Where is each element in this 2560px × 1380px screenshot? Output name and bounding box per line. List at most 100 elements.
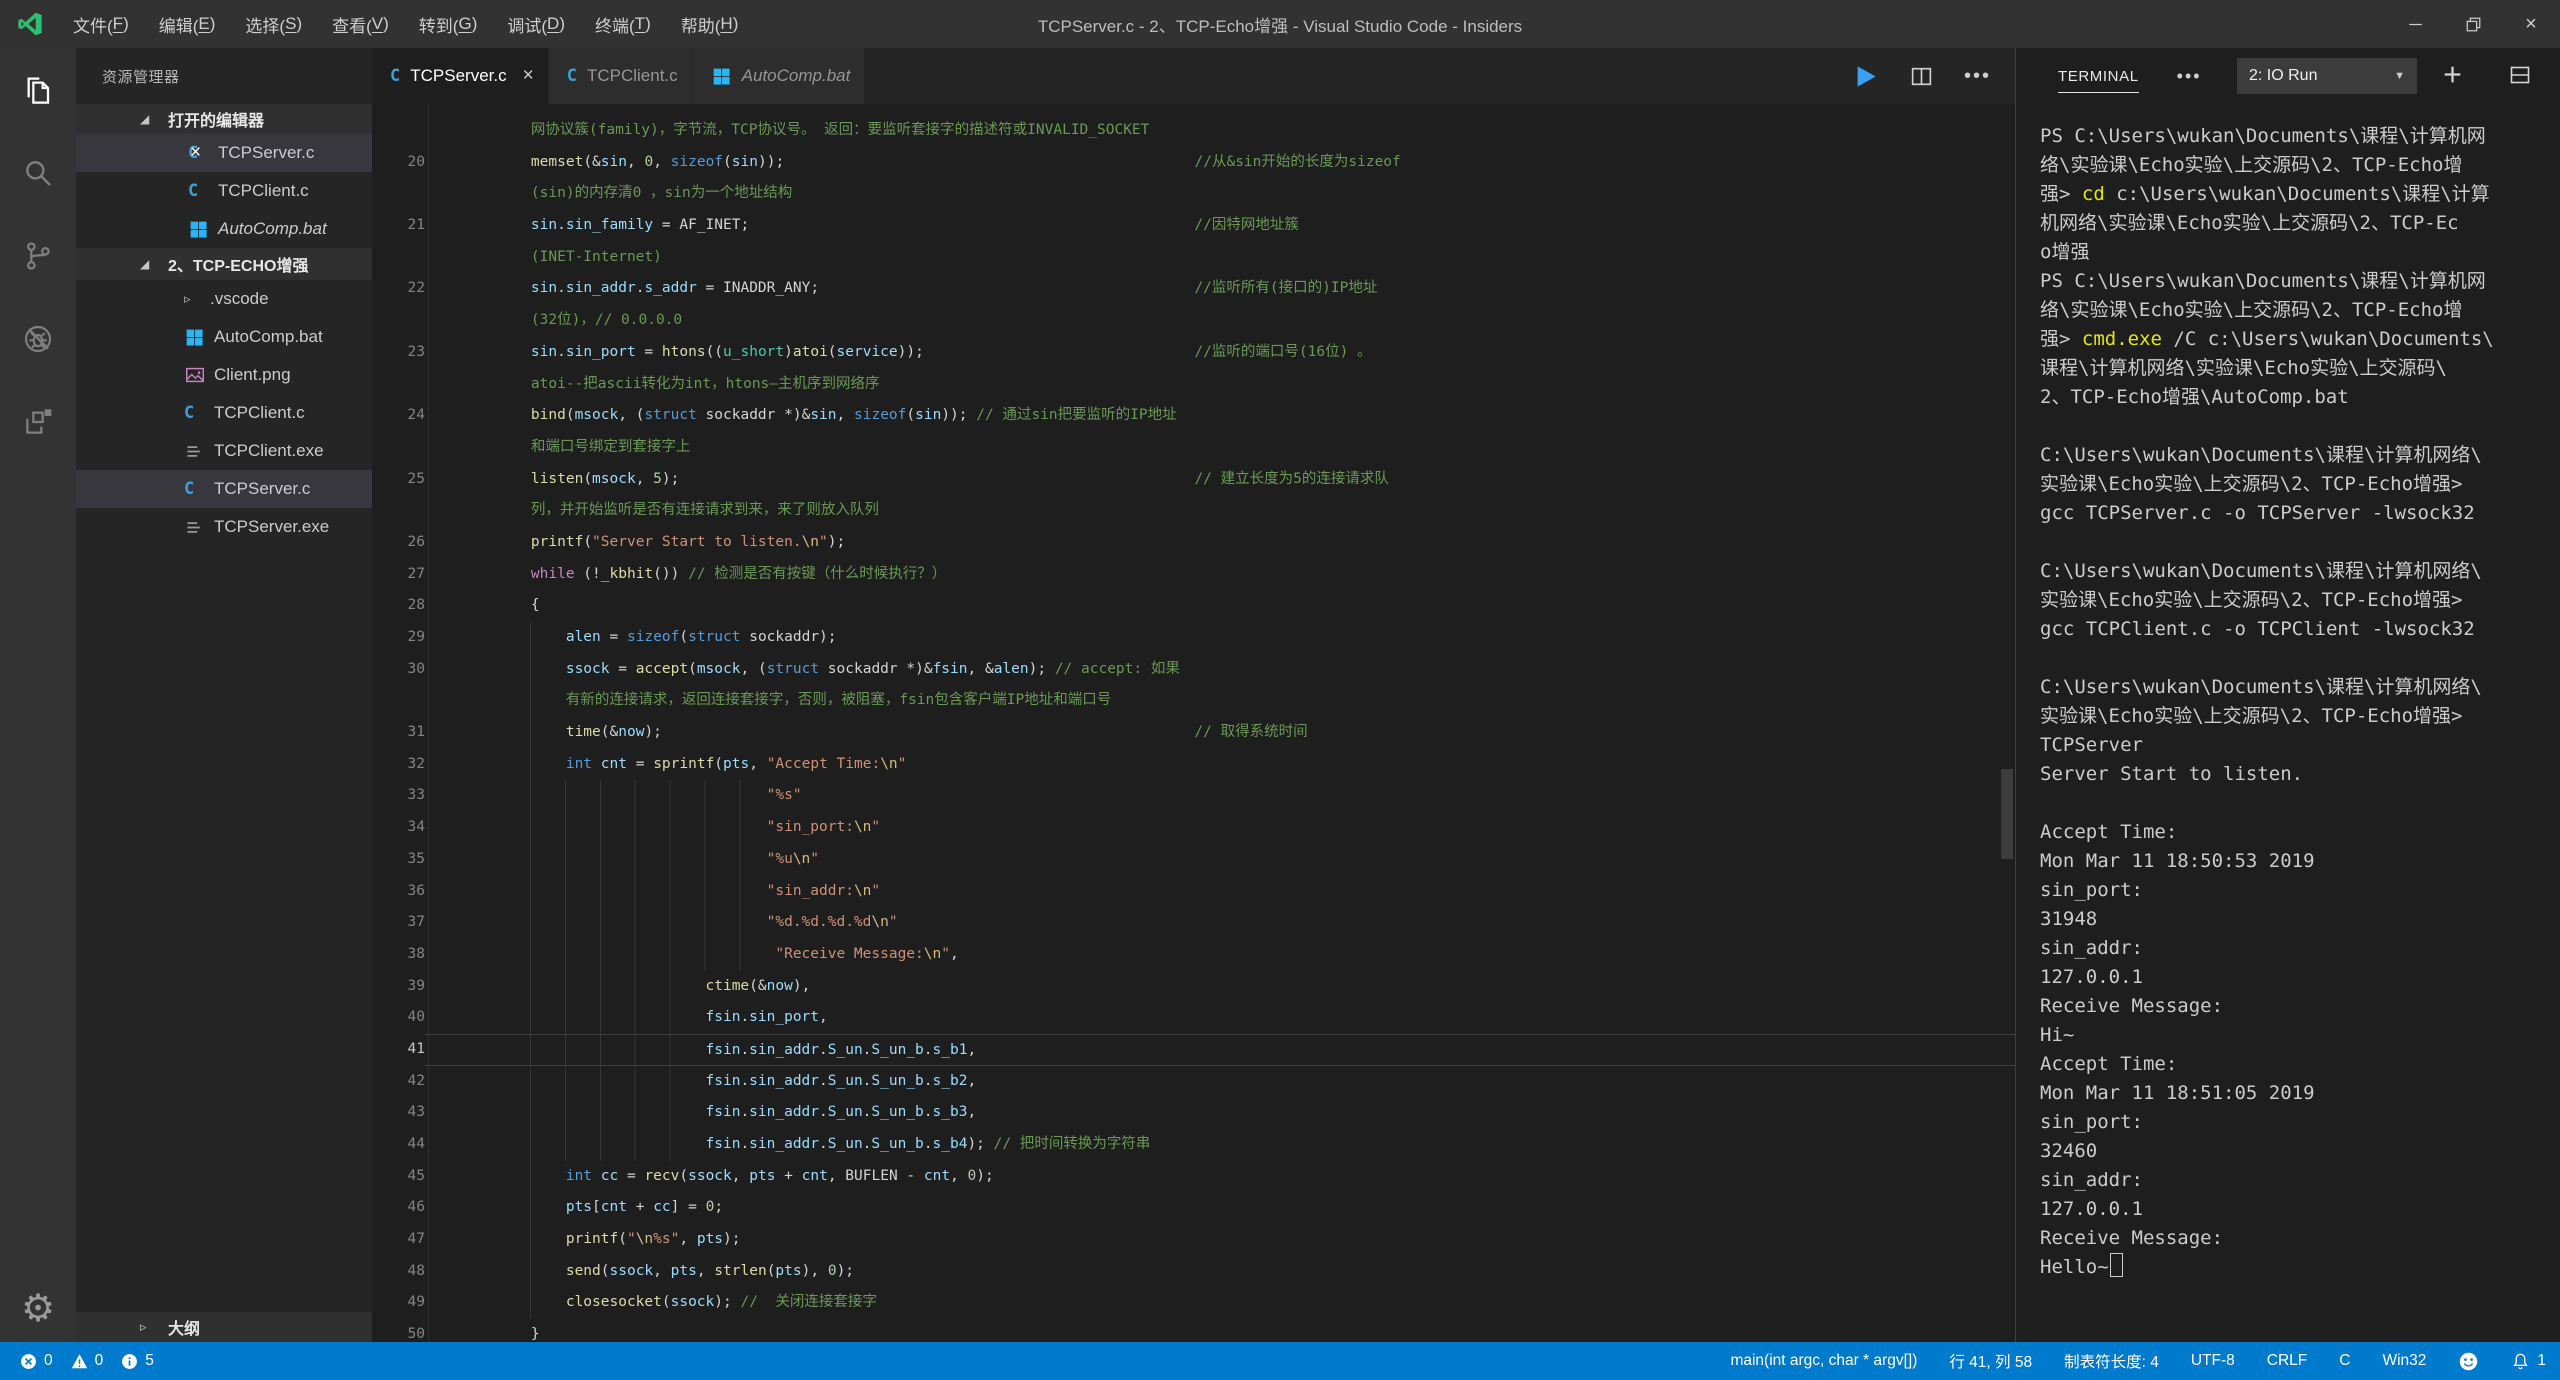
feedback[interactable] (2458, 1351, 2479, 1372)
code-line-wrap[interactable]: atoi--把ascii转化为int，htons—主机序到网络序 (372, 369, 2015, 401)
menu-item-G[interactable]: 转到(G) (404, 0, 493, 48)
restore-button[interactable] (2444, 0, 2502, 48)
code-line-45[interactable]: 45 int cc = recv(ssock, pts + cnt, BUFLE… (372, 1161, 2015, 1193)
split-editor-icon[interactable] (1909, 64, 1934, 89)
code-line-wrap[interactable]: (sin)的内存清0 ，sin为一个地址结构 (372, 178, 2015, 210)
tree-item-TCPClient.c[interactable]: CTCPClient.c (76, 394, 372, 432)
code-line-wrap[interactable]: (32位)，// 0.0.0.0 (372, 305, 2015, 337)
code-line-36[interactable]: 36 "sin_addr:\n" (372, 876, 2015, 908)
minimize-button[interactable] (2386, 0, 2444, 48)
code-line-26[interactable]: 26 printf("Server Start to listen.\n"); (372, 527, 2015, 559)
code-line-25[interactable]: 25 listen(msock, 5); // 建立长度为5的连接请求队 (372, 464, 2015, 496)
code-text: { (425, 590, 2015, 622)
code-editor[interactable]: 网协议簇(family)，字节流，TCP协议号。 返回：要监听套接字的描述符或I… (372, 104, 2015, 1342)
open-editors-section-header[interactable]: ◢ 打开的编辑器 (76, 104, 372, 134)
settings-gear-icon[interactable]: ⚙ (0, 1290, 76, 1328)
problems-warnings[interactable]: 0 (71, 1352, 104, 1370)
open-editor-item-TCPClient.c[interactable]: CTCPClient.c (76, 172, 372, 210)
code-line-39[interactable]: 39 ctime(&now), (372, 971, 2015, 1003)
run-icon[interactable] (1852, 63, 1879, 90)
problems-errors[interactable]: 0 (20, 1352, 53, 1370)
editor-scrollbar[interactable] (2001, 769, 2013, 859)
code-line-41[interactable]: 41 fsin.sin_addr.S_un.S_un_b.s_b1, (372, 1034, 2015, 1066)
code-line-wrap[interactable]: 列，并开始监听是否有连接请求到来，来了则放入队列 (372, 495, 2015, 527)
close-icon[interactable]: × (190, 142, 216, 164)
code-line-wrap[interactable]: 有新的连接请求，返回连接套接字，否则，被阻塞，fsin包含客户端IP地址和端口号 (372, 685, 2015, 717)
code-line-48[interactable]: 48 send(ssock, pts, strlen(pts), 0); (372, 1256, 2015, 1288)
code-line-27[interactable]: 27 while (!_kbhit()) // 检测是否有按键（什么时候执行？） (372, 559, 2015, 591)
explorer-icon[interactable] (0, 48, 76, 131)
more-icon[interactable]: ••• (2177, 66, 2202, 87)
code-line-29[interactable]: 29 alen = sizeof(struct sockaddr); (372, 622, 2015, 654)
file-label: Client.png (214, 365, 291, 385)
code-line-28[interactable]: 28 { (372, 590, 2015, 622)
code-line-wrap[interactable]: 网协议簇(family)，字节流，TCP协议号。 返回：要监听套接字的描述符或I… (372, 115, 2015, 147)
tree-item-TCPServer.exe[interactable]: TCPServer.exe (76, 508, 372, 546)
debug-icon[interactable] (0, 297, 76, 380)
tree-item-AutoComp.bat[interactable]: AutoComp.bat (76, 318, 372, 356)
problems-info[interactable]: 5 (121, 1352, 154, 1370)
code-line-43[interactable]: 43 fsin.sin_addr.S_un.S_un_b.s_b3, (372, 1097, 2015, 1129)
tab-size[interactable]: 制表符长度: 4 (2064, 1350, 2159, 1372)
menu-item-H[interactable]: 帮助(H) (666, 0, 754, 48)
more-actions-icon[interactable]: ••• (1964, 65, 1991, 88)
encoding[interactable]: UTF-8 (2191, 1352, 2235, 1370)
menu-item-T[interactable]: 终端(T) (580, 0, 666, 48)
code-line-30[interactable]: 30 ssock = accept(msock, (struct sockadd… (372, 654, 2015, 686)
code-line-33[interactable]: 33 "%s" (372, 780, 2015, 812)
tree-item-.vscode[interactable]: ▹.vscode (76, 280, 372, 318)
tree-item-TCPClient.exe[interactable]: TCPClient.exe (76, 432, 372, 470)
menu-item-S[interactable]: 选择(S) (230, 0, 317, 48)
code-line-46[interactable]: 46 pts[cnt + cc] = 0; (372, 1192, 2015, 1224)
menu-item-D[interactable]: 调试(D) (492, 0, 580, 48)
code-line-42[interactable]: 42 fsin.sin_addr.S_un.S_un_b.s_b2, (372, 1066, 2015, 1098)
current-symbol[interactable]: main(int argc, char * argv[]) (1730, 1352, 1917, 1370)
code-line-wrap[interactable]: 和端口号绑定到套接字上 (372, 432, 2015, 464)
code-line-23[interactable]: 23 sin.sin_port = htons((u_short)atoi(se… (372, 337, 2015, 369)
tree-item-Client.png[interactable]: Client.png (76, 356, 372, 394)
code-line-32[interactable]: 32 int cnt = sprintf(pts, "Accept Time:\… (372, 749, 2015, 781)
tab-AutoComp.bat[interactable]: AutoComp.bat (693, 48, 866, 104)
menu-item-E[interactable]: 编辑(E) (144, 0, 231, 48)
code-line-35[interactable]: 35 "%u\n" (372, 844, 2015, 876)
close-icon[interactable]: × (523, 65, 534, 87)
code-line-38[interactable]: 38 "Receive Message:\n", (372, 939, 2015, 971)
menu-item-V[interactable]: 查看(V) (317, 0, 404, 48)
code-line-24[interactable]: 24 bind(msock, (struct sockaddr *)&sin, … (372, 400, 2015, 432)
terminal-line: 络\实验课\Echo实验\上交源码\2、TCP-Echo增 (2040, 296, 2560, 325)
language-mode[interactable]: C (2339, 1352, 2350, 1370)
folder-section-header[interactable]: ◢ 2、TCP-ECHO增强 (76, 248, 372, 280)
search-icon[interactable] (0, 131, 76, 214)
tree-item-TCPServer.c[interactable]: CTCPServer.c (76, 470, 372, 508)
code-line-49[interactable]: 49 closesocket(ssock); // 关闭连接套接字 (372, 1287, 2015, 1319)
notifications[interactable]: 1 (2511, 1352, 2546, 1371)
code-line-wrap[interactable]: (INET-Internet) (372, 242, 2015, 274)
cursor-position[interactable]: 行 41, 列 58 (1949, 1350, 2032, 1372)
code-line-40[interactable]: 40 fsin.sin_port, (372, 1002, 2015, 1034)
code-line-22[interactable]: 22 sin.sin_addr.s_addr = INADDR_ANY; //监… (372, 273, 2015, 305)
terminal-tab[interactable]: TERMINAL (2058, 60, 2139, 93)
code-line-21[interactable]: 21 sin.sin_family = AF_INET; //因特网地址簇 (372, 210, 2015, 242)
code-line-31[interactable]: 31 time(&now); // 取得系统时间 (372, 717, 2015, 749)
menu-item-F[interactable]: 文件(F) (58, 0, 144, 48)
code-line-34[interactable]: 34 "sin_port:\n" (372, 812, 2015, 844)
source-control-icon[interactable] (0, 214, 76, 297)
code-line-50[interactable]: 50 } (372, 1319, 2015, 1342)
close-window-button[interactable]: × (2502, 0, 2560, 48)
code-line-44[interactable]: 44 fsin.sin_addr.S_un.S_un_b.s_b4); // 把… (372, 1129, 2015, 1161)
tab-TCPServer.c[interactable]: CTCPServer.c× (372, 48, 549, 104)
extensions-icon[interactable] (0, 380, 76, 463)
eol-sequence[interactable]: CRLF (2267, 1352, 2307, 1370)
tab-TCPClient.c[interactable]: CTCPClient.c (549, 48, 693, 104)
platform[interactable]: Win32 (2382, 1352, 2426, 1370)
code-line-20[interactable]: 20 memset(&sin, 0, sizeof(sin)); //从&sin… (372, 147, 2015, 179)
new-terminal-icon[interactable] (2440, 62, 2465, 87)
terminal-output[interactable]: PS C:\Users\wukan\Documents\课程\计算机网络\实验课… (2016, 104, 2560, 1342)
code-line-47[interactable]: 47 printf("\n%s", pts); (372, 1224, 2015, 1256)
terminal-select-dropdown[interactable]: 2: IO Run ▼ (2237, 58, 2417, 94)
open-editor-item-TCPServer.c[interactable]: ×CTCPServer.c (76, 134, 372, 172)
code-line-37[interactable]: 37 "%d.%d.%d.%d\n" (372, 907, 2015, 939)
open-editor-item-AutoComp.bat[interactable]: AutoComp.bat (76, 210, 372, 248)
outline-section-header[interactable]: ▹ 大纲 (76, 1312, 372, 1342)
split-terminal-icon[interactable] (2508, 63, 2532, 87)
